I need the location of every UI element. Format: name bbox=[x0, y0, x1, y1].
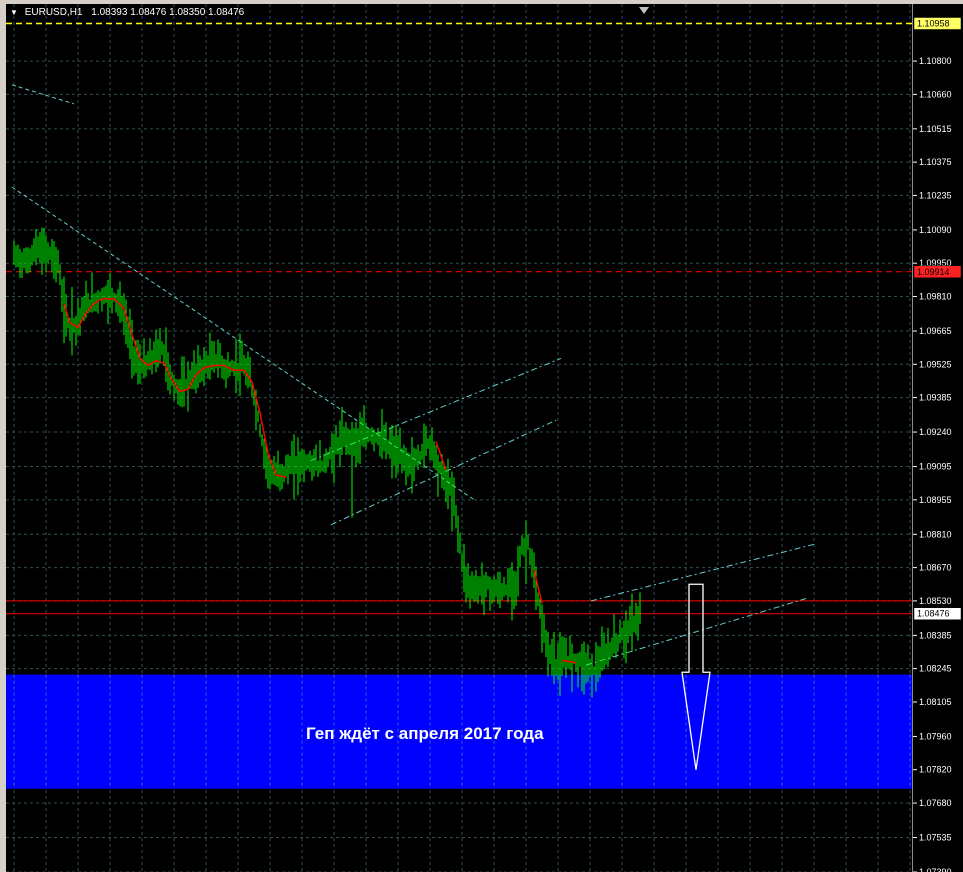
axis-tick-label: 1.07535 bbox=[919, 833, 952, 843]
axis-tick-label: 1.08530 bbox=[919, 596, 952, 606]
axis-tick-label: 1.09095 bbox=[919, 462, 952, 472]
ohlc-values: 1.08393 1.08476 1.08350 1.08476 bbox=[91, 7, 245, 18]
symbol-label: EURUSD,H1 bbox=[24, 7, 83, 18]
price-axis-scale: 1.10800 1.10660 1.10515 1.10375 1.10235 1.100… bbox=[913, 17, 962, 872]
price-badge-label: 1.10958 bbox=[917, 19, 950, 29]
axis-tick-label: 1.08955 bbox=[919, 495, 952, 505]
chart-window: ▼ EURUSD,H1 1.08393 1.08476 1.08350 1.08… bbox=[0, 0, 963, 872]
axis-tick-label: 1.09810 bbox=[919, 292, 952, 302]
price-badge-label: 1.08476 bbox=[917, 609, 950, 619]
dropdown-triangle-icon[interactable]: ▼ bbox=[10, 8, 18, 17]
axis-tick-label: 1.08105 bbox=[919, 697, 952, 707]
chart-shift-marker-icon[interactable] bbox=[639, 7, 649, 14]
axis-tick-label: 1.08245 bbox=[919, 664, 952, 674]
axis-tick-label: 1.07820 bbox=[919, 765, 952, 775]
axis-tick-label: 1.08385 bbox=[919, 630, 952, 640]
axis-tick-label: 1.10515 bbox=[919, 124, 952, 134]
axis-tick-label: 1.10375 bbox=[919, 157, 952, 167]
axis-tick-label: 1.09240 bbox=[919, 427, 952, 437]
axis-tick-label: 1.08670 bbox=[919, 563, 952, 573]
axis-tick-label: 1.07680 bbox=[919, 798, 952, 808]
price-badge-label: 1.09914 bbox=[917, 267, 950, 277]
axis-tick-label: 1.09385 bbox=[919, 393, 952, 403]
symbol-header: ▼ EURUSD,H1 1.08393 1.08476 1.08350 1.08… bbox=[10, 7, 244, 18]
gap-caption: Геп ждёт с апреля 2017 года bbox=[306, 724, 544, 743]
axis-tick-label: 1.10660 bbox=[919, 89, 952, 99]
axis-tick-label: 1.08810 bbox=[919, 529, 952, 539]
axis-tick-label: 1.10800 bbox=[919, 56, 952, 66]
axis-tick-label: 1.09665 bbox=[919, 326, 952, 336]
chart-plot-area[interactable]: ▼ EURUSD,H1 1.08393 1.08476 1.08350 1.08… bbox=[6, 4, 912, 872]
axis-tick-label: 1.10235 bbox=[919, 190, 952, 200]
price-axis[interactable]: 1.10800 1.10660 1.10515 1.10375 1.10235 1.100… bbox=[912, 4, 963, 872]
axis-tick-label: 1.07960 bbox=[919, 731, 952, 741]
axis-tick-label: 1.09525 bbox=[919, 359, 952, 369]
axis-tick-label: 1.07390 bbox=[919, 867, 952, 872]
moving-average-line bbox=[63, 298, 287, 478]
trendline bbox=[585, 598, 807, 666]
axis-tick-label: 1.10090 bbox=[919, 225, 952, 235]
